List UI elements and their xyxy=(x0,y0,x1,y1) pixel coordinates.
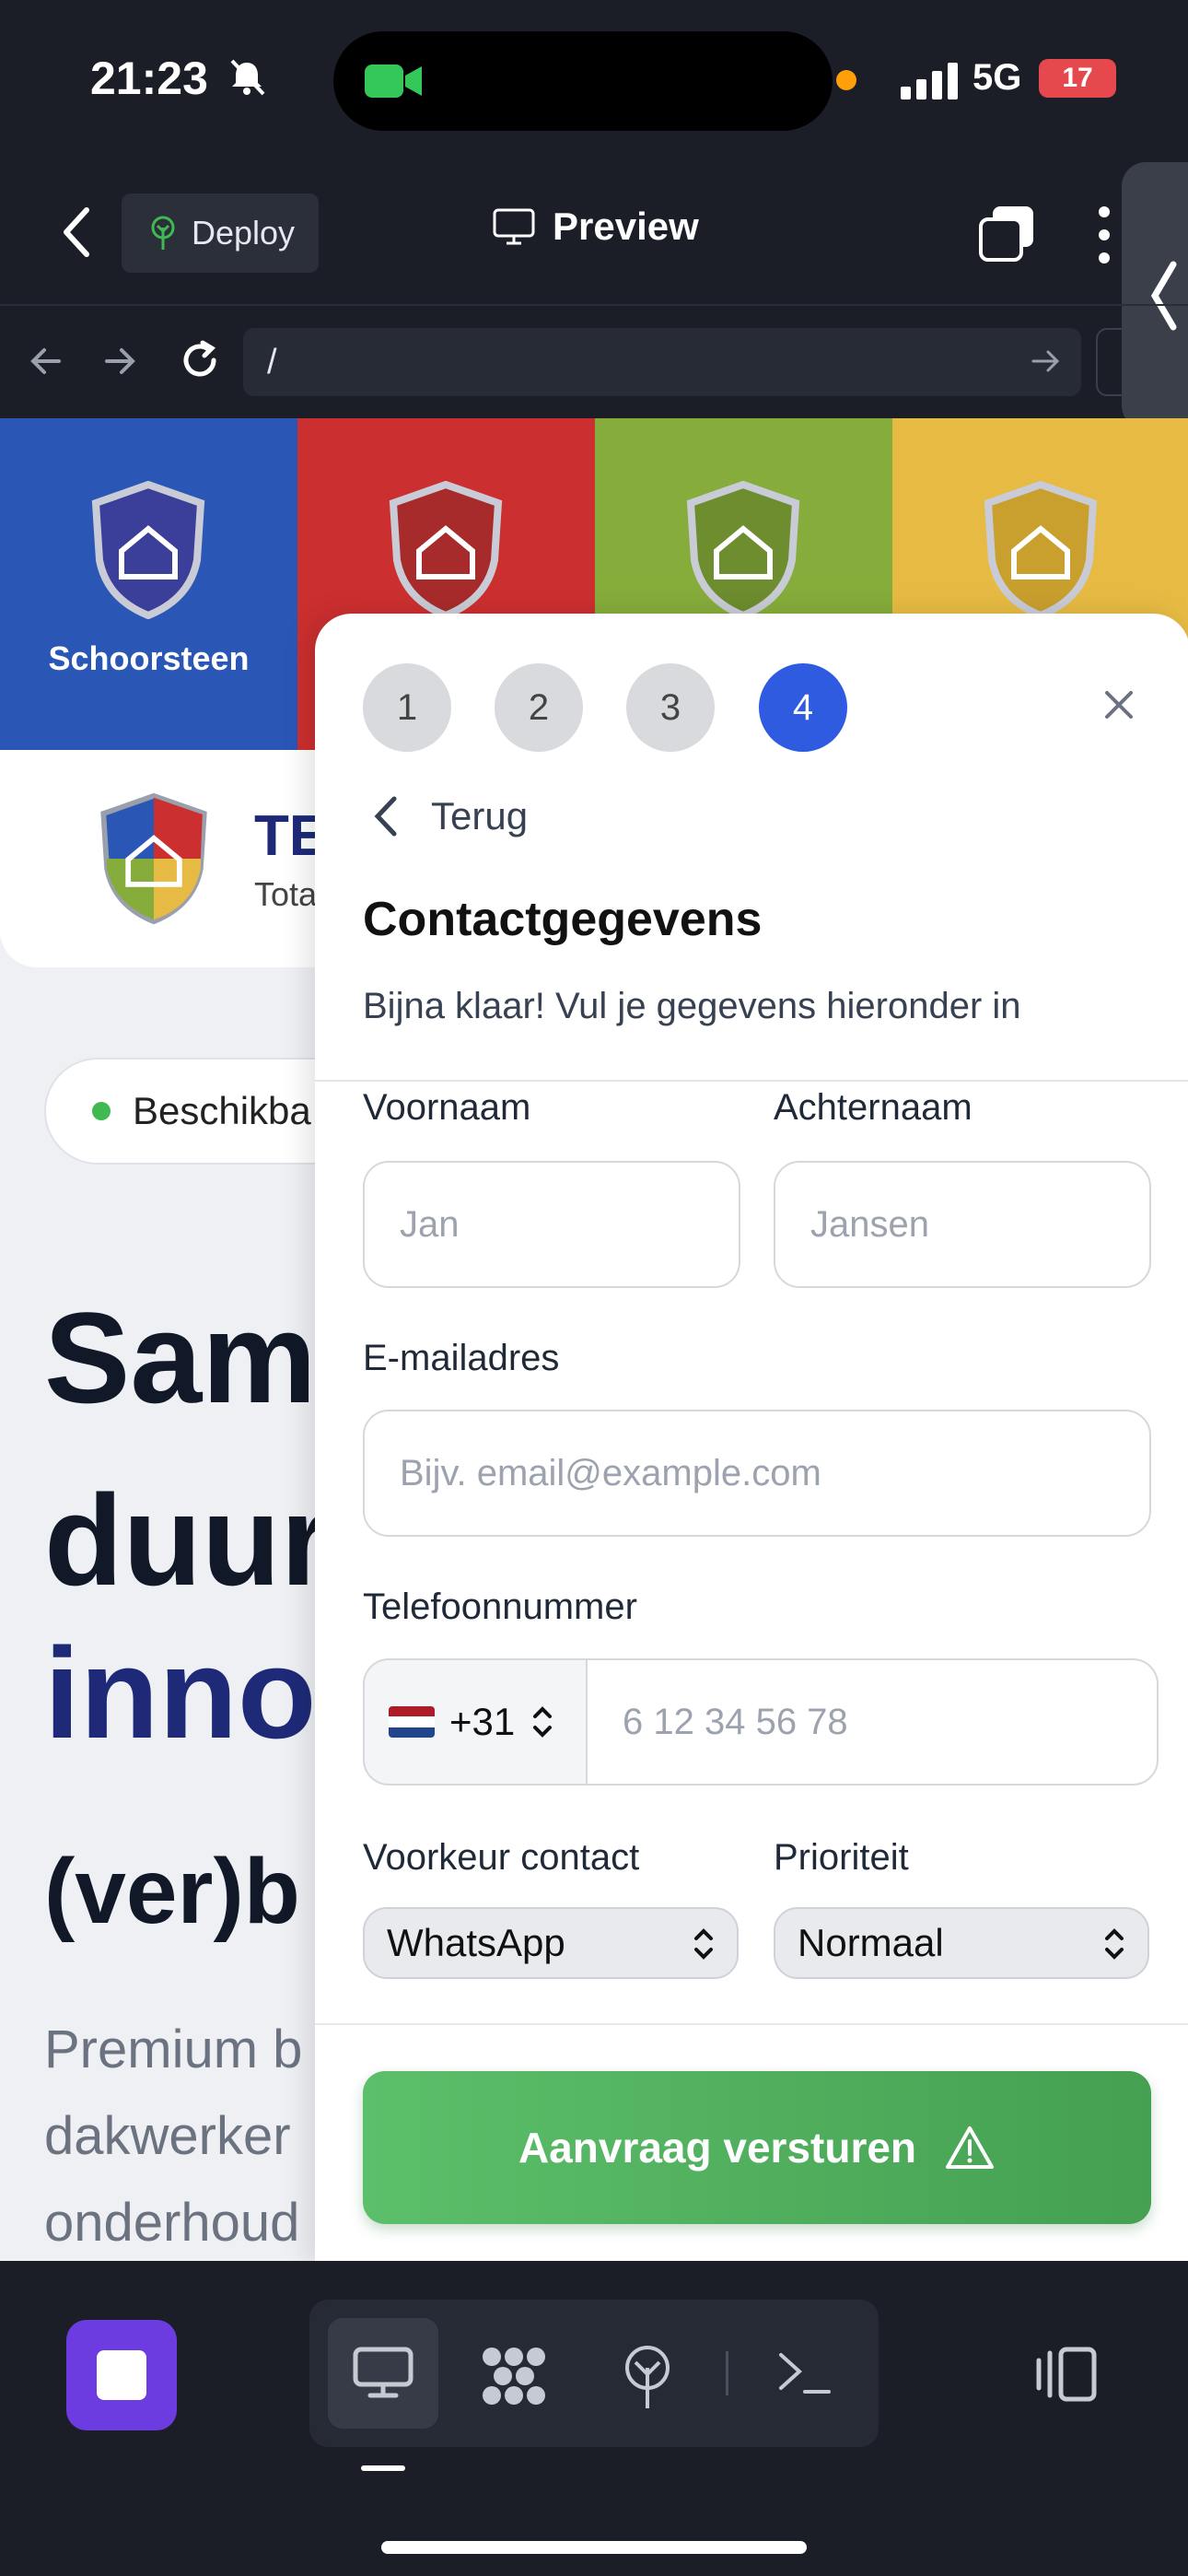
url-extra-button[interactable] xyxy=(1096,328,1151,396)
arrow-left-icon[interactable] xyxy=(28,343,64,380)
form-description: Bijna klaar! Vul je gegevens hieronder i… xyxy=(363,986,1021,1026)
last-name-input[interactable]: Jansen xyxy=(774,1161,1151,1288)
shield-logo-icon xyxy=(91,481,205,619)
step-3-indicator[interactable]: 3 xyxy=(626,663,715,752)
chevron-left-icon xyxy=(374,796,397,837)
deploy-label: Deploy xyxy=(192,214,296,252)
close-icon[interactable] xyxy=(1101,687,1136,722)
brand-logo-icon xyxy=(100,792,207,925)
chevron-up-down-icon xyxy=(1105,1928,1124,1960)
active-tab-indicator xyxy=(361,2465,405,2471)
hero-paragraph-line: Premium b xyxy=(44,2020,303,2079)
form-title: Contactgegevens xyxy=(363,893,763,946)
brand-subtitle: Tota xyxy=(254,875,318,913)
hero-subtitle: (ver)b xyxy=(44,1840,300,1943)
dynamic-island xyxy=(333,31,856,131)
hero-line: inno xyxy=(44,1621,317,1765)
preview-label: Preview xyxy=(553,205,699,248)
tool-separator xyxy=(726,2351,728,2395)
desktop-preview-icon[interactable] xyxy=(352,2346,414,2401)
preview-title: Preview xyxy=(492,205,699,249)
priority-label: Prioriteit xyxy=(774,1837,909,1878)
stop-square-icon xyxy=(97,2350,146,2400)
netherlands-flag-icon xyxy=(389,1706,435,1738)
reload-icon[interactable] xyxy=(177,337,223,383)
deploy-button[interactable]: Deploy xyxy=(122,193,319,273)
email-input[interactable]: Bijv. email@example.com xyxy=(363,1410,1151,1537)
video-camera-icon xyxy=(365,64,422,98)
divider xyxy=(315,1080,1188,1082)
divider xyxy=(315,2023,1188,2025)
arrow-right-icon[interactable] xyxy=(101,343,138,380)
privacy-indicator-icon xyxy=(836,70,856,90)
shield-logo-icon xyxy=(686,481,800,619)
band-label: Schoorsteen xyxy=(48,639,250,677)
hero-line: duur xyxy=(44,1468,332,1612)
contact-pref-label: Voorkeur contact xyxy=(363,1837,640,1878)
chevron-up-down-icon xyxy=(694,1928,713,1960)
priority-select[interactable]: Normaal xyxy=(774,1907,1149,1979)
warning-triangle-icon xyxy=(946,2126,995,2169)
url-input[interactable]: / xyxy=(243,328,1081,396)
step-4-indicator[interactable]: 4 xyxy=(759,663,847,752)
hero-paragraph-line: onderhoud xyxy=(44,2193,300,2253)
divider xyxy=(0,304,1188,306)
signal-icon xyxy=(901,63,958,100)
back-button[interactable]: Terug xyxy=(372,794,528,838)
back-label: Terug xyxy=(431,794,529,837)
submit-request-button[interactable]: Aanvraag versturen xyxy=(363,2071,1151,2224)
deploy-icon[interactable] xyxy=(619,2344,676,2410)
battery-indicator: 17 xyxy=(1039,59,1116,98)
shield-logo-icon xyxy=(984,481,1098,619)
tabs-icon[interactable] xyxy=(978,205,1035,262)
app-switcher-button[interactable] xyxy=(66,2320,177,2430)
chevron-left-icon xyxy=(1150,261,1177,331)
step-2-indicator[interactable]: 2 xyxy=(495,663,583,752)
status-time: 21:23 xyxy=(90,53,208,104)
email-label: E-mailadres xyxy=(363,1338,560,1378)
step-1-indicator[interactable]: 1 xyxy=(363,663,451,752)
home-indicator xyxy=(381,2541,807,2554)
priority-value: Normaal xyxy=(798,1921,944,1964)
deploy-tree-icon xyxy=(151,216,175,250)
availability-label: Beschikba xyxy=(133,1089,311,1132)
status-dot-icon xyxy=(92,1102,111,1120)
first-name-label: Voornaam xyxy=(363,1087,531,1128)
workflow-icon[interactable] xyxy=(479,2344,549,2408)
back-chevron-icon[interactable] xyxy=(55,205,99,260)
phone-label: Telefoonnummer xyxy=(363,1587,637,1627)
terminal-icon[interactable] xyxy=(775,2349,833,2397)
chevron-up-down-icon xyxy=(533,1706,553,1738)
submit-label: Aanvraag versturen xyxy=(518,2124,917,2172)
country-code-select[interactable]: +31 xyxy=(363,1658,588,1786)
phone-input[interactable]: 6 12 34 56 78 xyxy=(586,1658,1159,1786)
network-type: 5G xyxy=(973,57,1022,98)
country-code: +31 xyxy=(449,1700,516,1743)
contact-pref-value: WhatsApp xyxy=(387,1921,565,1964)
mute-bell-icon xyxy=(230,59,265,96)
go-arrow-icon[interactable] xyxy=(1030,345,1063,378)
hero-line: Sam xyxy=(44,1285,317,1430)
split-view-icon[interactable] xyxy=(1033,2344,1100,2405)
monitor-icon xyxy=(493,208,535,245)
last-name-label: Achternaam xyxy=(774,1087,973,1128)
first-name-input[interactable]: Jan xyxy=(363,1161,740,1288)
more-vertical-icon[interactable] xyxy=(1092,205,1116,265)
hero-paragraph-line: dakwerker xyxy=(44,2106,291,2166)
shield-logo-icon xyxy=(389,481,503,619)
contact-pref-select[interactable]: WhatsApp xyxy=(363,1907,739,1979)
